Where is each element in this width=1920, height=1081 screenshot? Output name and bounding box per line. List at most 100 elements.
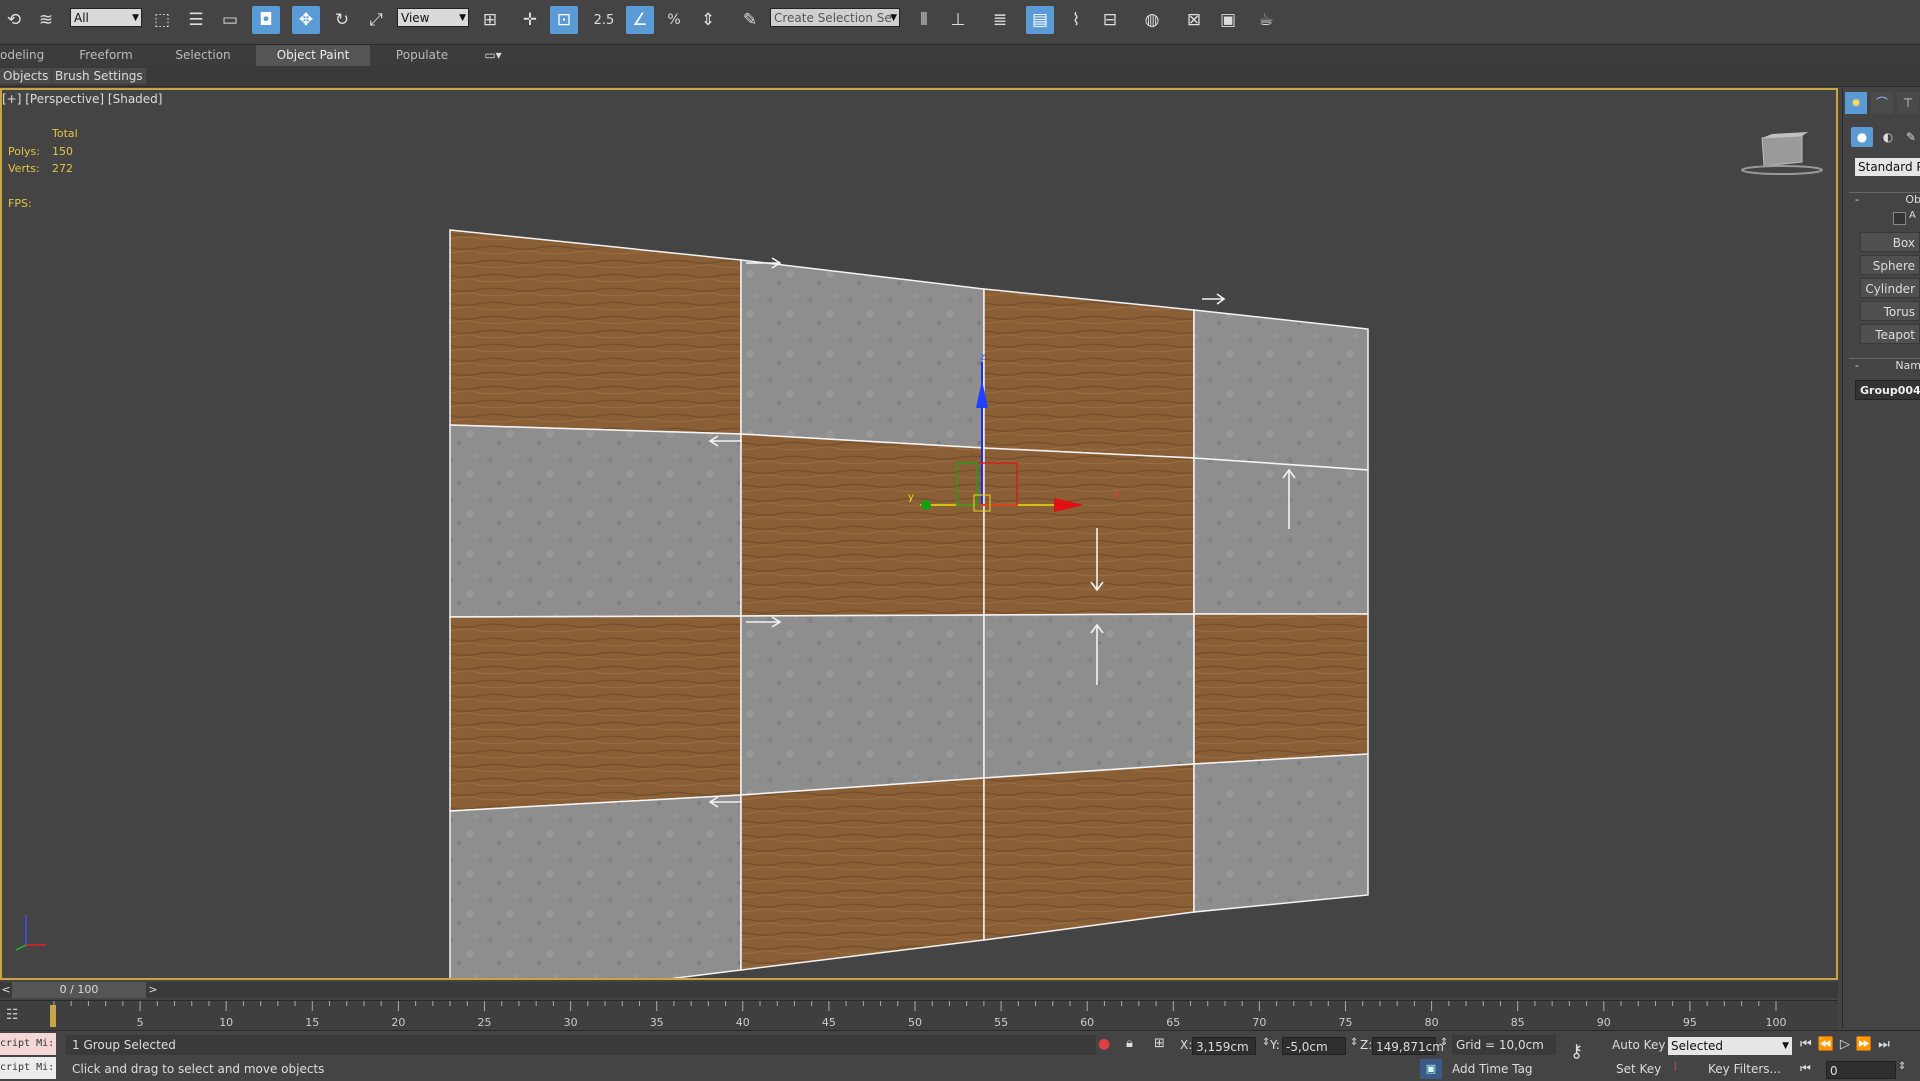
render-icon[interactable]: ☕ [1252,6,1280,34]
object-type-rollout[interactable]: - Ob [1849,192,1920,209]
set-key-button[interactable]: Set Key [1616,1062,1661,1076]
spinner-snap-icon[interactable]: ⇕ [694,6,722,34]
box-button[interactable]: Box [1860,232,1920,252]
tab-modeling[interactable]: odeling [0,45,50,66]
key-curve-icon[interactable]: ⧘ [1674,1059,1677,1075]
absolute-mode-icon[interactable]: ⊞ [1154,1036,1165,1051]
perspective-viewport[interactable]: x y z [0,88,1838,980]
cylinder-button[interactable]: Cylinder [1860,278,1920,298]
wood-tile[interactable] [983,447,1195,616]
wood-tile[interactable] [983,288,1195,459]
add-time-tag[interactable]: Add Time Tag [1452,1062,1533,1076]
wood-tile[interactable] [449,615,742,812]
concrete-tile[interactable] [1193,309,1369,471]
x-coordinate-field[interactable]: 3,159cm [1192,1037,1256,1055]
key-mode-dropdown[interactable]: Selected ▼ [1668,1037,1792,1055]
time-prev-button[interactable]: < [0,982,12,998]
concrete-tile[interactable] [1193,457,1369,615]
tab-selection[interactable]: Selection [163,45,243,66]
curve-editor-icon[interactable]: ⌇ [1062,6,1090,34]
view-cube[interactable] [1741,132,1823,175]
time-slider-thumb[interactable]: 0 / 100 [12,982,146,998]
layer-explorer-icon[interactable]: ≣ [986,6,1014,34]
maxscript-listener[interactable]: cript Mi: [0,1033,56,1055]
wood-tile[interactable] [740,433,985,617]
maxscript-input[interactable]: cript Mi: [0,1057,56,1079]
concrete-tile[interactable] [449,794,742,978]
object-name-field[interactable]: Group004 [1855,380,1920,400]
manipulate-icon[interactable]: ✛ [516,6,544,34]
timeline-tick-label: 45 [821,1016,836,1029]
redo-icon[interactable]: ≋ [32,6,60,34]
rendered-frame-icon[interactable]: ▣ [1214,6,1242,34]
sphere-button[interactable]: Sphere [1860,255,1920,275]
wood-tile[interactable] [449,229,742,435]
keyboard-shortcut-icon[interactable]: ⊡ [550,6,578,34]
concrete-tile[interactable] [983,613,1195,779]
time-next-button[interactable]: > [146,982,160,998]
key-mode-toggle-icon[interactable]: ⏮ [1800,1061,1811,1076]
lock-selection-icon[interactable]: 🔒︎ [1126,1036,1133,1051]
modify-tab-icon[interactable]: ⌒ [1871,92,1893,114]
teapot-button[interactable]: Teapot [1860,324,1920,344]
geometry-icon[interactable]: ● [1851,127,1873,147]
wood-tile[interactable] [1193,613,1369,765]
playback-controls[interactable]: ⏮⏪▷⏩⏭ [1800,1037,1896,1052]
wood-tile[interactable] [983,763,1195,941]
reference-coord-dropdown[interactable]: View ▼ [397,8,469,27]
y-spinner-icon[interactable]: ⇕ [1350,1037,1358,1048]
time-tag-icon[interactable]: ▣ [1420,1059,1442,1079]
wood-tile[interactable] [740,777,985,971]
window-crossing-icon[interactable]: ◘ [252,6,280,34]
tab-populate[interactable]: Populate [382,45,462,66]
panel-tab-objects[interactable]: Objects [0,68,52,84]
concrete-tile[interactable] [1193,753,1369,913]
selection-filter-dropdown[interactable]: All ▼ [70,8,142,27]
panel-tab-brush-settings[interactable]: Brush Settings [52,68,146,84]
key-filters-button[interactable]: Key Filters... [1708,1062,1781,1076]
move-icon[interactable]: ✥ [292,6,320,34]
angle-snap-icon[interactable]: ∠ [626,6,654,34]
concrete-tile[interactable] [740,259,985,449]
percent-snap-icon[interactable]: % [660,6,688,34]
torus-button[interactable]: Torus [1860,301,1920,321]
schematic-view-icon[interactable]: ⊟ [1096,6,1124,34]
time-slider[interactable]: < 0 / 100 > [0,982,1838,998]
render-setup-icon[interactable]: ⊠ [1180,6,1208,34]
current-frame-field[interactable]: 0 [1826,1061,1896,1079]
edit-named-sets-icon[interactable]: ✎ [736,6,764,34]
z-spinner-icon[interactable]: ⇕ [1440,1037,1448,1048]
align-icon[interactable]: ⊥ [944,6,972,34]
scale-icon[interactable]: ⤢ [362,6,390,34]
ribbon-options-icon[interactable]: ▭▾ [478,45,508,66]
autogrid-checkbox[interactable] [1893,212,1906,225]
select-by-name-icon[interactable]: ☰ [182,6,210,34]
concrete-tile[interactable] [740,614,985,796]
isolate-selection-icon[interactable]: ● [1098,1036,1110,1052]
y-coordinate-field[interactable]: -5,0cm [1282,1037,1346,1055]
pivot-icon[interactable]: ⊞ [476,6,504,34]
hierarchy-tab-icon[interactable]: ⊤ [1897,92,1919,114]
rect-region-icon[interactable]: ▭ [216,6,244,34]
shapes-icon[interactable]: ◐ [1877,127,1899,147]
undo-icon[interactable]: ⟲ [0,6,28,34]
rotate-icon[interactable]: ↻ [328,6,356,34]
scene-explorer-icon[interactable]: ▤ [1026,6,1054,34]
select-object-icon[interactable]: ⬚ [148,6,176,34]
tab-object-paint[interactable]: Object Paint [256,45,370,66]
material-editor-icon[interactable]: ◍ [1138,6,1166,34]
z-coordinate-field[interactable]: 149,871cm [1372,1037,1444,1055]
lights-icon[interactable]: ✎ [1901,127,1920,147]
name-color-rollout[interactable]: - Nam [1849,358,1920,375]
create-tab-icon[interactable]: ✸ [1845,92,1867,114]
viewport-label[interactable]: [+] [Perspective] [Shaded] [2,92,162,106]
snap-icon[interactable]: 2.5 [590,6,618,34]
auto-key-button[interactable]: Auto Key [1612,1038,1665,1052]
frame-spinner-icon[interactable]: ⇕ [1898,1061,1906,1072]
selection-set-dropdown[interactable]: Create Selection Se ▼ [770,8,900,27]
concrete-tile[interactable] [449,424,742,618]
tile-wall-group[interactable] [449,229,1369,978]
mirror-icon[interactable]: ⫴ [910,6,938,34]
tab-freeform[interactable]: Freeform [66,45,146,66]
primitive-category-dropdown[interactable]: Standard Pri [1855,158,1920,176]
